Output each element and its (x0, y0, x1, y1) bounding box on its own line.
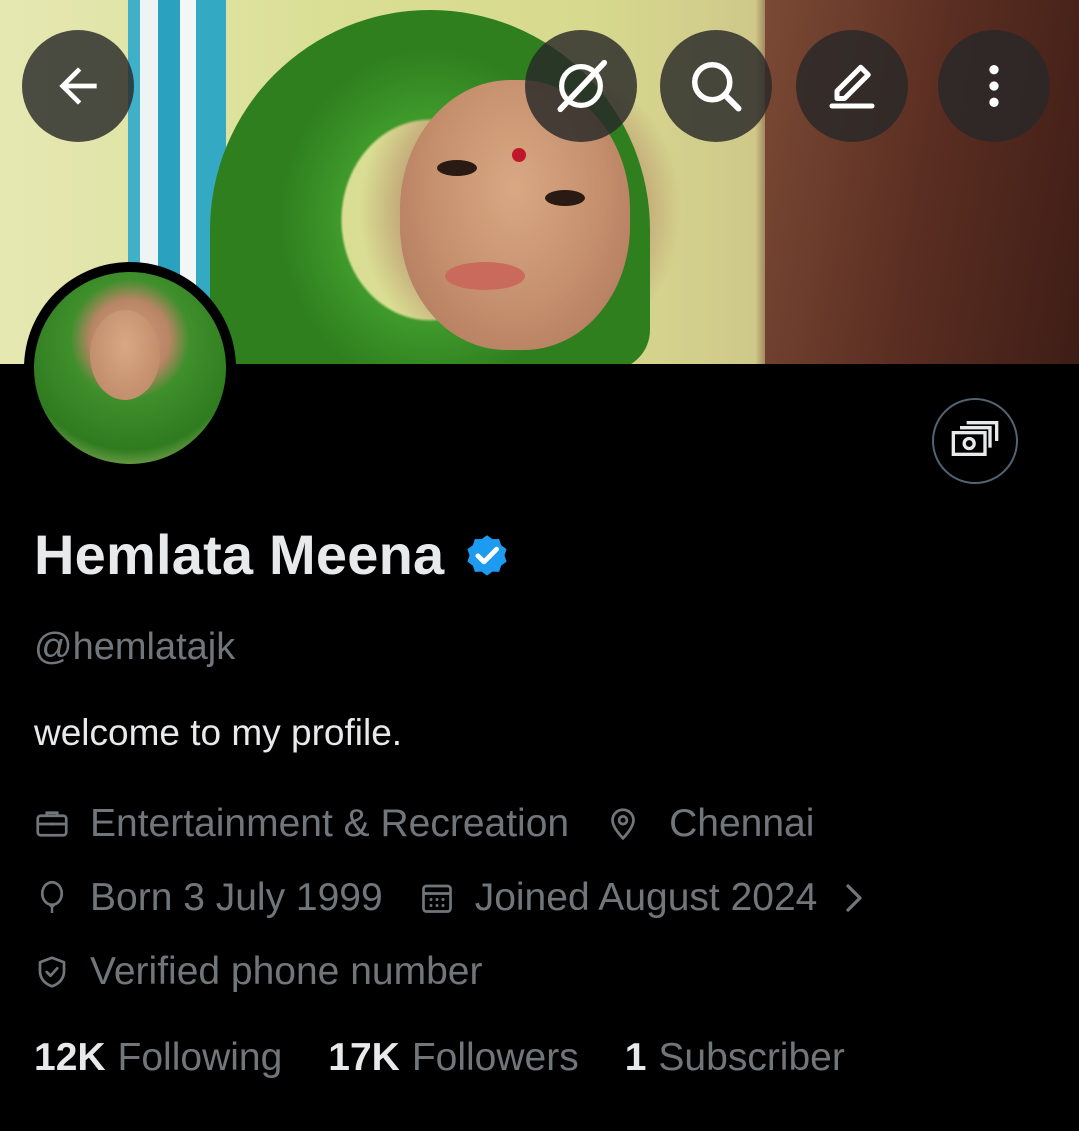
following-count: 12K (34, 1036, 106, 1079)
born-text: Born 3 July 1999 (90, 876, 383, 919)
banner-eye (437, 160, 477, 176)
avatar-face (90, 310, 160, 400)
birthday-item: Born 3 July 1999 (34, 876, 383, 920)
verified-badge-icon[interactable] (462, 530, 512, 580)
money-icon (951, 421, 999, 456)
chevron-right-icon (846, 884, 862, 912)
calendar-icon (421, 884, 452, 913)
profile-name-row: Hemlata Meena (34, 522, 512, 587)
profile-avatar[interactable] (24, 262, 236, 474)
grok-icon (557, 59, 608, 113)
category-item: Entertainment & Recreation (34, 802, 569, 846)
verified-phone-text: Verified phone number (90, 950, 483, 993)
location-pin-icon (611, 808, 635, 841)
meta-row-category-location: Entertainment & Recreation Chennai (34, 802, 814, 846)
verified-phone-item: Verified phone number (34, 950, 482, 994)
grok-button[interactable] (525, 30, 637, 142)
followers-count: 17K (328, 1036, 400, 1079)
edit-icon (829, 64, 875, 109)
meta-row-verified-phone: Verified phone number (34, 950, 482, 994)
search-icon (692, 62, 742, 112)
shield-check-icon (38, 956, 66, 988)
profile-bio: welcome to my profile. (34, 712, 403, 753)
subscribers-count: 1 (624, 1036, 647, 1079)
briefcase-icon (36, 811, 68, 837)
banner-eye (545, 190, 585, 206)
category-text: Entertainment & Recreation (90, 802, 570, 845)
joined-item[interactable]: Joined August 2024 (419, 876, 870, 920)
banner-bindi (512, 148, 526, 162)
profile-handle: @hemlatajk (34, 626, 236, 668)
profile-stats: 12K Following 17K Followers 1 Subscriber (34, 1036, 891, 1080)
location-text: Chennai (669, 802, 815, 845)
banner-lips (445, 262, 525, 290)
edit-button[interactable] (796, 30, 908, 142)
profile-name: Hemlata Meena (34, 523, 445, 586)
balloon-icon (40, 880, 64, 913)
following-label: Following (117, 1036, 283, 1079)
avatar-image (34, 272, 226, 464)
more-options-button[interactable] (938, 30, 1050, 142)
search-button[interactable] (660, 30, 772, 142)
following-link[interactable]: 12K Following (34, 1036, 282, 1080)
subscriptions-button[interactable] (932, 398, 1018, 484)
joined-text: Joined August 2024 (474, 876, 818, 919)
back-arrow-icon (59, 67, 97, 105)
location-item: Chennai (605, 802, 814, 846)
followers-label: Followers (411, 1036, 579, 1079)
meta-row-born-joined: Born 3 July 1999 Joined August 2024 (34, 876, 869, 920)
subscribers-label: Subscriber (658, 1036, 845, 1079)
more-vertical-icon (989, 65, 999, 107)
subscribers-link[interactable]: 1 Subscriber (625, 1036, 845, 1080)
followers-link[interactable]: 17K Followers (328, 1036, 578, 1080)
back-button[interactable] (22, 30, 134, 142)
